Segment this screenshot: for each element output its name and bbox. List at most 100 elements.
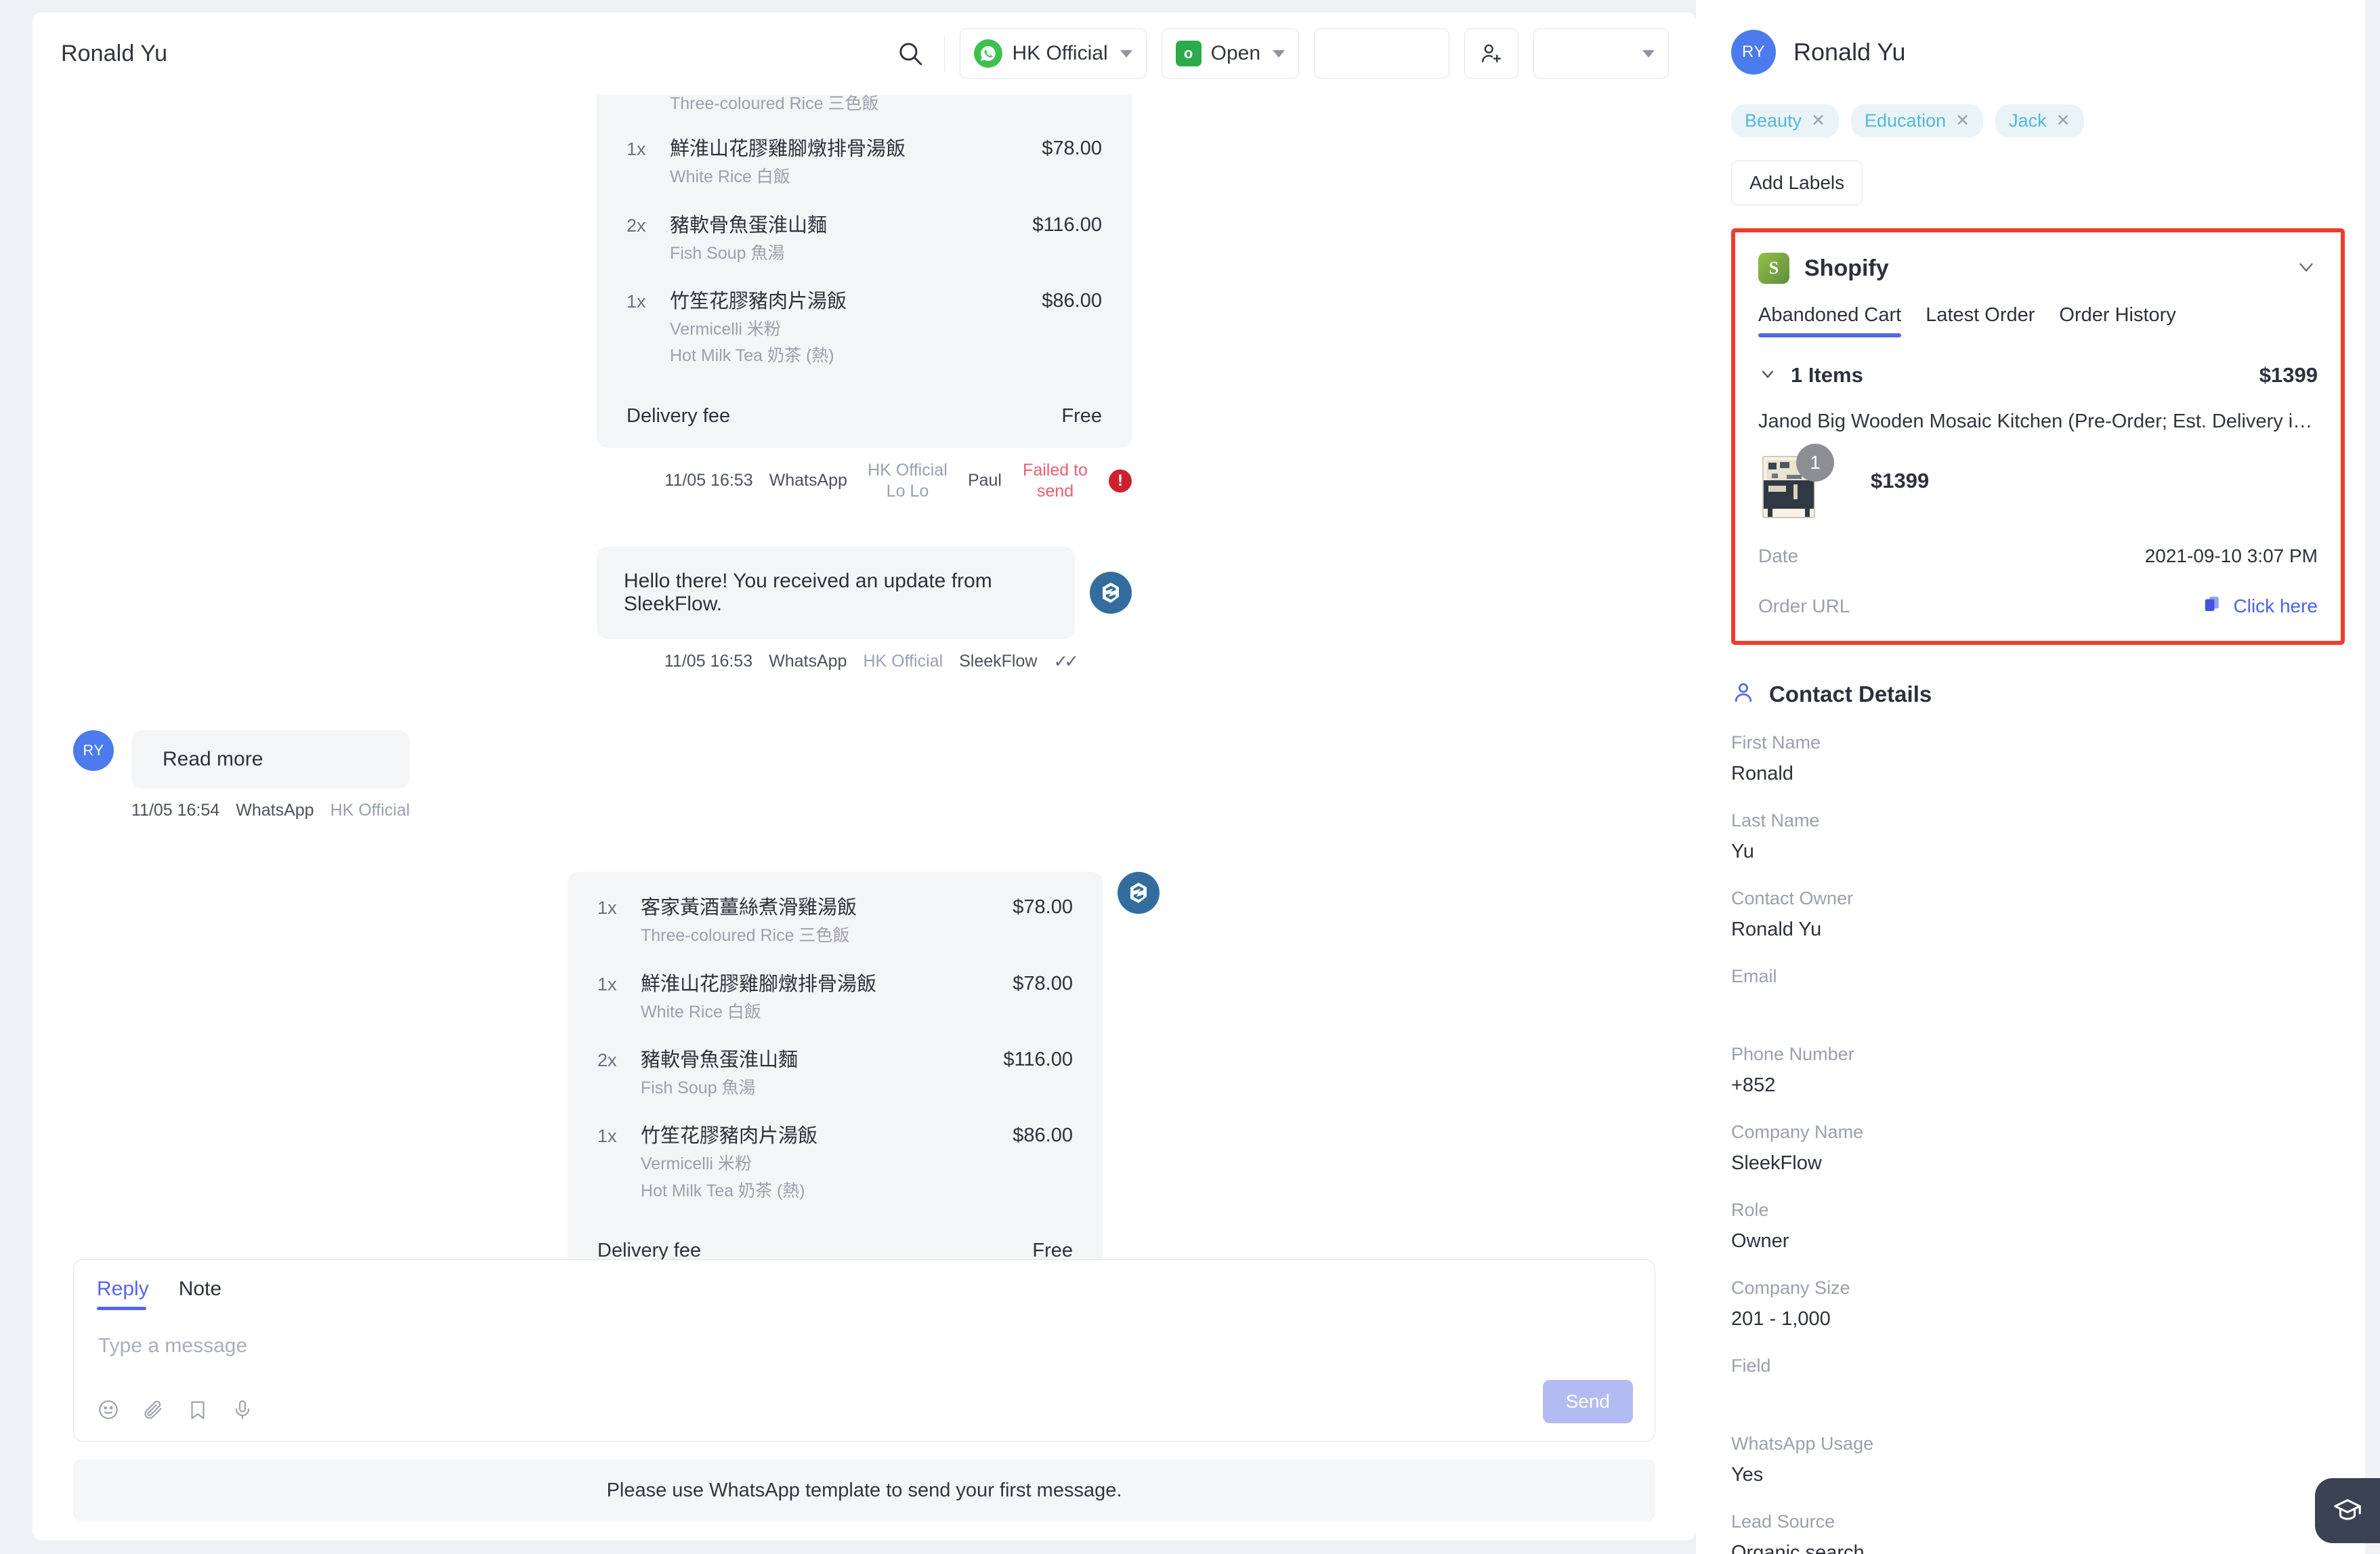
message-input[interactable]: Type a message [97,1310,1632,1398]
receipt-item-name: 客家黃酒薑絲煮滑雞湯飯 [641,897,857,919]
field-value[interactable] [1731,1386,2345,1409]
channel-selector[interactable]: HK Official [960,28,1147,79]
shopify-tabs: Abandoned Cart Latest Order Order Histor… [1758,304,2318,337]
label-chip[interactable]: Education ✕ [1851,104,1984,138]
field-label: Company Size [1731,1278,1850,1298]
emoji-icon[interactable] [97,1398,120,1425]
receipt-item: 1x 竹笙花膠豬肉片湯飯 Vermicelli 米粉 Hot Milk Tea … [626,289,1102,369]
cart-summary-row[interactable]: 1 Items $1399 [1758,363,2318,387]
conversation-panel: Ronald Yu HK Official o Open Three-colou… [33,12,1696,1540]
message-status: Failed to send [1023,460,1088,501]
field-value[interactable] [1731,996,2345,1020]
field-value[interactable]: Yes [1731,1464,2345,1487]
message-channel: WhatsApp [769,652,847,671]
tab-abandoned-cart[interactable]: Abandoned Cart [1758,304,1902,337]
attachment-icon[interactable] [142,1398,165,1425]
read-receipt-icon: ✓✓ [1053,651,1078,672]
send-button[interactable]: Send [1542,1380,1633,1424]
receipt-item-sub: Fish Soup 魚湯 [670,243,785,263]
contact-field-role: Role Owner [1731,1200,2345,1253]
shopify-square-icon: o [1175,41,1202,66]
message-list[interactable]: Three-coloured Rice 三色飯 1x 鮮淮山花膠雞腳燉排骨湯飯 … [33,95,1696,1260]
label-chip[interactable]: Jack ✕ [1995,104,2084,138]
contact-field-field: Field [1731,1356,2345,1409]
label-chip-text: Jack [2009,110,2047,131]
chevron-down-icon[interactable] [1758,364,1777,387]
receipt-item-sub: Fish Soup 魚湯 [641,1078,756,1098]
clipped-toolbar-field[interactable] [1314,28,1449,79]
tab-reply[interactable]: Reply [97,1278,149,1311]
composer-tabs: Reply Note [97,1278,1632,1311]
contact-field-contact-owner: Contact Owner Ronald Yu [1731,888,2345,942]
graduation-cap-icon[interactable] [2315,1478,2380,1543]
composer-tools [97,1398,1632,1425]
cart-items-count: 1 Items [1791,363,1863,387]
field-value[interactable]: 201 - 1,000 [1731,1308,2345,1331]
error-icon[interactable]: ! [1109,469,1132,492]
contact-field-whatsapp-usage: WhatsApp Usage Yes [1731,1433,2345,1487]
field-label: Lead Source [1731,1511,1835,1532]
message-time: 11/05 16:53 [664,471,753,490]
conversation-toolbar: Ronald Yu HK Official o Open [33,12,1696,95]
external-link-icon [2203,594,2223,618]
label-chip-text: Beauty [1745,110,1802,131]
field-value[interactable]: Ronald [1731,763,2345,786]
add-labels-button[interactable]: Add Labels [1731,161,1863,205]
label-chip[interactable]: Beauty ✕ [1731,104,1840,138]
close-icon[interactable]: ✕ [1955,112,1970,129]
message-sender: SleekFlow [959,652,1038,671]
delivery-fee-value: Free [1032,1239,1073,1260]
field-label: WhatsApp Usage [1731,1433,1874,1454]
tab-note[interactable]: Note [179,1278,221,1310]
close-icon[interactable]: ✕ [1811,112,1825,129]
receipt-item-sub: Vermicelli 米粉 [641,1154,752,1174]
field-label: Last Name [1731,810,1820,831]
product-quantity-badge: 1 [1796,444,1834,482]
receipt-item-sub: Vermicelli 米粉 [670,320,781,339]
field-value[interactable]: SleekFlow [1731,1152,2345,1175]
chevron-down-icon [1120,49,1132,58]
search-icon[interactable] [891,35,929,72]
receipt-item: 1x 鮮淮山花膠雞腳燉排骨湯飯 White Rice 白飯 $78.00 [626,136,1102,189]
add-person-button[interactable] [1464,28,1518,79]
message-channel: WhatsApp [769,471,847,490]
order-url-link[interactable]: Click here [2234,595,2318,617]
person-icon [1731,680,1756,708]
field-value[interactable]: Organic search [1731,1542,2345,1554]
receipt-item-sub: Hot Milk Tea 奶茶 (熱) [641,1181,805,1200]
contact-field-lead-source: Lead Source Organic search [1731,1511,2345,1554]
read-more-bubble[interactable]: Read more [131,730,410,789]
message-row: RY Read more 11/05 16:54 WhatsApp HK Off… [73,730,1655,820]
receipt-item-price: $78.00 [1042,138,1102,160]
receipt-item-price: $116.00 [1032,213,1102,236]
panel-scrollbar[interactable] [2365,0,2380,1554]
contact-panel: RY Ronald Yu Beauty ✕ Education ✕ Jack ✕… [1696,0,2380,1554]
cart-date-label: Date [1758,545,1799,566]
whatsapp-icon [974,39,1003,68]
receipt-item: 1x 竹笙花膠豬肉片湯飯 Vermicelli 米粉 Hot Milk Tea … [597,1123,1073,1203]
receipt-delivery-fee: Delivery fee Free [597,1226,1073,1259]
field-label: Field [1731,1356,1771,1376]
contact-details-header: Contact Details [1731,680,2345,708]
field-value[interactable]: Owner [1731,1230,2345,1253]
assignee-selector[interactable] [1533,28,1669,79]
chevron-down-icon[interactable] [2295,255,2318,282]
shopify-title: Shopify [1804,255,1889,281]
status-label: Open [1210,42,1260,64]
delivery-fee-label: Delivery fee [597,1239,702,1260]
receipt-item-sub: White Rice 白飯 [670,167,790,187]
field-value[interactable]: Yu [1731,841,2345,864]
microphone-icon[interactable] [231,1398,254,1425]
cart-product-price: $1399 [1871,469,1930,492]
label-chip-text: Education [1865,110,1947,131]
tab-order-history[interactable]: Order History [2059,304,2175,337]
tab-latest-order[interactable]: Latest Order [1926,304,2035,337]
bookmark-icon[interactable] [186,1398,209,1425]
status-selector[interactable]: o Open [1161,28,1299,79]
shopify-card-header: S Shopify [1758,253,2318,284]
message-row: 1x 客家黃酒薑絲煮滑雞湯飯 Three-coloured Rice 三色飯 $… [73,872,1655,1260]
message-meta: 11/05 16:53 WhatsApp HK Official SleekFl… [664,651,1079,672]
field-value[interactable]: +852 [1731,1074,2345,1097]
close-icon[interactable]: ✕ [2056,112,2070,129]
field-value[interactable]: Ronald Yu [1731,919,2345,942]
